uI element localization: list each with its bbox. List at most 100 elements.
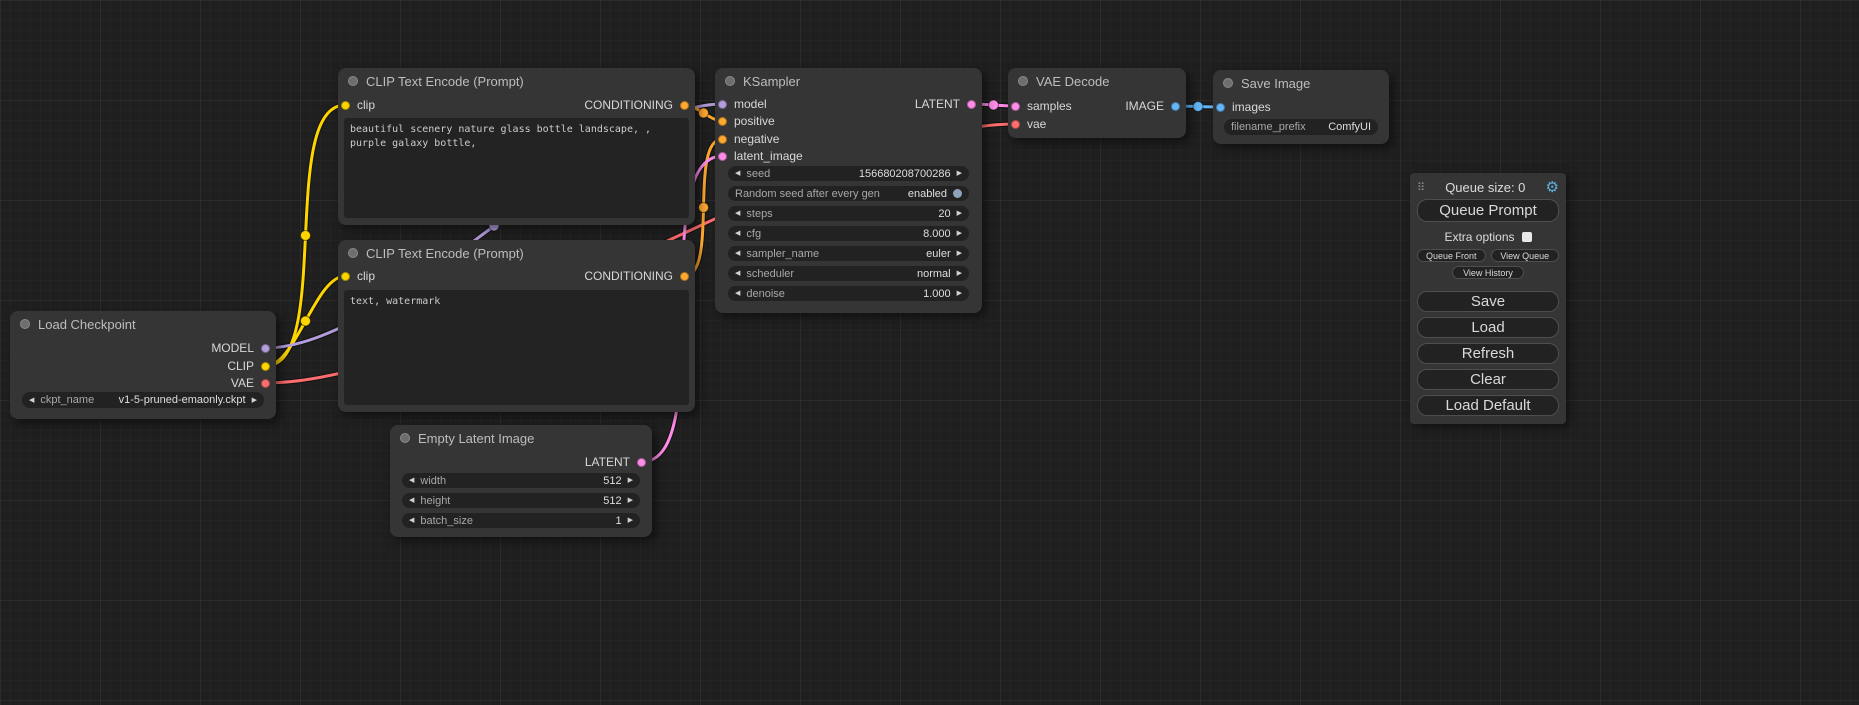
arrow-left-icon[interactable]: ◀	[409, 477, 414, 484]
widget-ckpt-name[interactable]: ◀ ckpt_name v1-5-pruned-emaonly.ckpt ▶	[22, 392, 264, 408]
conditioning-slot-dot[interactable]	[680, 272, 689, 281]
arrow-left-icon[interactable]: ◀	[735, 230, 740, 237]
input-slot-clip[interactable]: clip	[341, 97, 375, 113]
vae-slot-dot[interactable]	[261, 379, 270, 388]
arrow-right-icon[interactable]: ▶	[957, 170, 962, 177]
save-button[interactable]: Save	[1417, 291, 1559, 312]
node-title-bar[interactable]: KSampler	[715, 68, 982, 94]
vae-slot-dot[interactable]	[1011, 120, 1020, 129]
input-slot-model[interactable]: model	[718, 96, 767, 112]
node-vae-decode[interactable]: VAE Decode samples vae IMAGE	[1008, 68, 1186, 138]
widget-denoise[interactable]: ◀ denoise 1.000 ▶	[728, 286, 969, 301]
widget-width[interactable]: ◀ width 512 ▶	[402, 473, 640, 488]
arrow-left-icon[interactable]: ◀	[409, 497, 414, 504]
queue-front-button[interactable]: Queue Front	[1417, 249, 1486, 262]
node-title-bar[interactable]: Empty Latent Image	[390, 425, 652, 451]
node-load-checkpoint[interactable]: Load Checkpoint MODEL CLIP VAE ◀ ckpt_na…	[10, 311, 276, 419]
node-status-dot[interactable]	[1223, 78, 1233, 88]
latent-slot-dot[interactable]	[637, 458, 646, 467]
arrow-left-icon[interactable]: ◀	[735, 250, 740, 257]
load-default-button[interactable]: Load Default	[1417, 395, 1559, 416]
input-slot-positive[interactable]: positive	[718, 113, 775, 129]
node-title-bar[interactable]: CLIP Text Encode (Prompt)	[338, 68, 695, 94]
arrow-left-icon[interactable]: ◀	[735, 270, 740, 277]
widget-random-seed-toggle[interactable]: Random seed after every gen enabled	[728, 186, 969, 201]
arrow-left-icon[interactable]: ◀	[29, 397, 34, 404]
arrow-right-icon[interactable]: ▶	[957, 230, 962, 237]
clip-slot-dot[interactable]	[341, 101, 350, 110]
arrow-left-icon[interactable]: ◀	[735, 170, 740, 177]
image-slot-dot[interactable]	[1216, 103, 1225, 112]
output-slot-latent[interactable]: LATENT	[585, 454, 646, 470]
output-slot-conditioning[interactable]: CONDITIONING	[584, 97, 689, 113]
output-slot-latent[interactable]: LATENT	[915, 96, 976, 112]
node-title-bar[interactable]: Save Image	[1213, 70, 1389, 96]
output-slot-conditioning[interactable]: CONDITIONING	[584, 268, 689, 284]
arrow-left-icon[interactable]: ◀	[735, 210, 740, 217]
arrow-right-icon[interactable]: ▶	[252, 397, 257, 404]
node-save-image[interactable]: Save Image images filename_prefix ComfyU…	[1213, 70, 1389, 144]
node-title-bar[interactable]: CLIP Text Encode (Prompt)	[338, 240, 695, 266]
arrow-right-icon[interactable]: ▶	[957, 290, 962, 297]
widget-steps[interactable]: ◀ steps 20 ▶	[728, 206, 969, 221]
input-slot-vae[interactable]: vae	[1011, 116, 1046, 132]
toggle-indicator-dot[interactable]	[953, 189, 962, 198]
node-status-dot[interactable]	[20, 319, 30, 329]
output-slot-vae[interactable]: VAE	[231, 375, 270, 391]
node-status-dot[interactable]	[725, 76, 735, 86]
arrow-right-icon[interactable]: ▶	[628, 477, 633, 484]
clip-slot-dot[interactable]	[261, 362, 270, 371]
prompt-text-area[interactable]: text, watermark	[344, 290, 689, 405]
node-status-dot[interactable]	[1018, 76, 1028, 86]
node-graph-canvas[interactable]: Load Checkpoint MODEL CLIP VAE ◀ ckpt_na…	[0, 0, 1859, 705]
model-slot-dot[interactable]	[718, 100, 727, 109]
conditioning-slot-dot[interactable]	[718, 117, 727, 126]
node-status-dot[interactable]	[348, 248, 358, 258]
refresh-button[interactable]: Refresh	[1417, 343, 1559, 364]
view-queue-button[interactable]: View Queue	[1491, 249, 1560, 262]
widget-batch-size[interactable]: ◀ batch_size 1 ▶	[402, 513, 640, 528]
node-clip-text-encode-positive[interactable]: CLIP Text Encode (Prompt) clip CONDITION…	[338, 68, 695, 225]
extra-options-checkbox[interactable]	[1522, 232, 1532, 242]
output-slot-image[interactable]: IMAGE	[1125, 98, 1180, 114]
widget-cfg[interactable]: ◀ cfg 8.000 ▶	[728, 226, 969, 241]
load-button[interactable]: Load	[1417, 317, 1559, 338]
node-empty-latent-image[interactable]: Empty Latent Image LATENT ◀ width 512 ▶ …	[390, 425, 652, 537]
widget-filename-prefix[interactable]: filename_prefix ComfyUI	[1224, 119, 1378, 135]
widget-scheduler[interactable]: ◀ scheduler normal ▶	[728, 266, 969, 281]
widget-height[interactable]: ◀ height 512 ▶	[402, 493, 640, 508]
queue-prompt-button[interactable]: Queue Prompt	[1417, 199, 1559, 222]
latent-slot-dot[interactable]	[718, 152, 727, 161]
input-slot-latent-image[interactable]: latent_image	[718, 148, 803, 164]
conditioning-slot-dot[interactable]	[680, 101, 689, 110]
node-status-dot[interactable]	[400, 433, 410, 443]
model-slot-dot[interactable]	[261, 344, 270, 353]
view-history-button[interactable]: View History	[1452, 266, 1524, 279]
arrow-right-icon[interactable]: ▶	[957, 210, 962, 217]
arrow-left-icon[interactable]: ◀	[735, 290, 740, 297]
arrow-left-icon[interactable]: ◀	[409, 517, 414, 524]
node-title-bar[interactable]: Load Checkpoint	[10, 311, 276, 337]
node-ksampler[interactable]: KSampler model positive negative latent_…	[715, 68, 982, 313]
output-slot-model[interactable]: MODEL	[211, 340, 270, 356]
input-slot-samples[interactable]: samples	[1011, 98, 1072, 114]
output-slot-clip[interactable]: CLIP	[227, 358, 270, 374]
arrow-right-icon[interactable]: ▶	[957, 270, 962, 277]
clip-slot-dot[interactable]	[341, 272, 350, 281]
node-status-dot[interactable]	[348, 76, 358, 86]
latent-slot-dot[interactable]	[1011, 102, 1020, 111]
arrow-right-icon[interactable]: ▶	[628, 497, 633, 504]
conditioning-slot-dot[interactable]	[718, 135, 727, 144]
widget-sampler-name[interactable]: ◀ sampler_name euler ▶	[728, 246, 969, 261]
arrow-right-icon[interactable]: ▶	[957, 250, 962, 257]
input-slot-images[interactable]: images	[1216, 99, 1271, 115]
arrow-right-icon[interactable]: ▶	[628, 517, 633, 524]
widget-seed[interactable]: ◀ seed 156680208700286 ▶	[728, 166, 969, 181]
latent-slot-dot[interactable]	[967, 100, 976, 109]
prompt-text-area[interactable]: beautiful scenery nature glass bottle la…	[344, 118, 689, 218]
clear-button[interactable]: Clear	[1417, 369, 1559, 390]
input-slot-clip[interactable]: clip	[341, 268, 375, 284]
node-clip-text-encode-negative[interactable]: CLIP Text Encode (Prompt) clip CONDITION…	[338, 240, 695, 412]
drag-handle-icon[interactable]: ⠿	[1417, 181, 1425, 194]
input-slot-negative[interactable]: negative	[718, 131, 779, 147]
